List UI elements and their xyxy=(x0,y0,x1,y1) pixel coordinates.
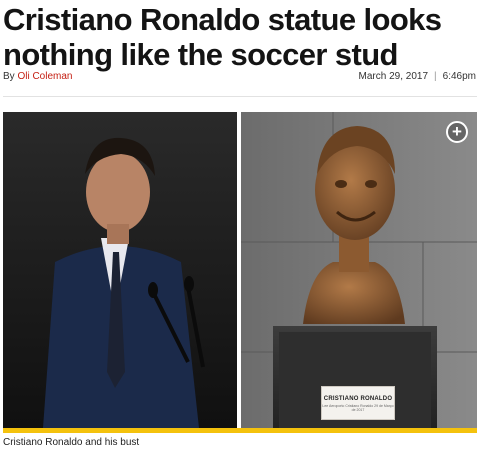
publish-time: 6:46pm xyxy=(442,71,476,82)
article-headline: Cristiano Ronaldo statue looks nothing l… xyxy=(3,2,442,72)
byline-prefix: By xyxy=(3,71,15,82)
plaque-title: CRISTIANO RONALDO xyxy=(323,396,393,402)
meta-separator: | xyxy=(434,71,437,82)
publish-date: March 29, 2017 xyxy=(358,71,429,82)
plaque-subtitle: Lee Aeroporto Cristiano Ronaldo 29 de Ma… xyxy=(322,404,394,412)
author-link[interactable]: Oli Coleman xyxy=(17,71,72,82)
publish-meta: March 29, 2017 | 6:46pm xyxy=(359,71,476,82)
plus-circle-icon[interactable]: + xyxy=(446,121,468,143)
byline: By Oli Coleman xyxy=(3,71,72,82)
article-photo[interactable]: + CRISTIANO RONALDO Lee Aeroporto Cristi… xyxy=(3,112,477,428)
header-divider xyxy=(3,96,477,97)
statue-plaque: CRISTIANO RONALDO Lee Aeroporto Cristian… xyxy=(321,386,395,420)
photo-caption: Cristiano Ronaldo and his bust xyxy=(3,437,140,448)
caption-accent-bar xyxy=(3,428,477,433)
photo-illustration xyxy=(3,112,477,428)
